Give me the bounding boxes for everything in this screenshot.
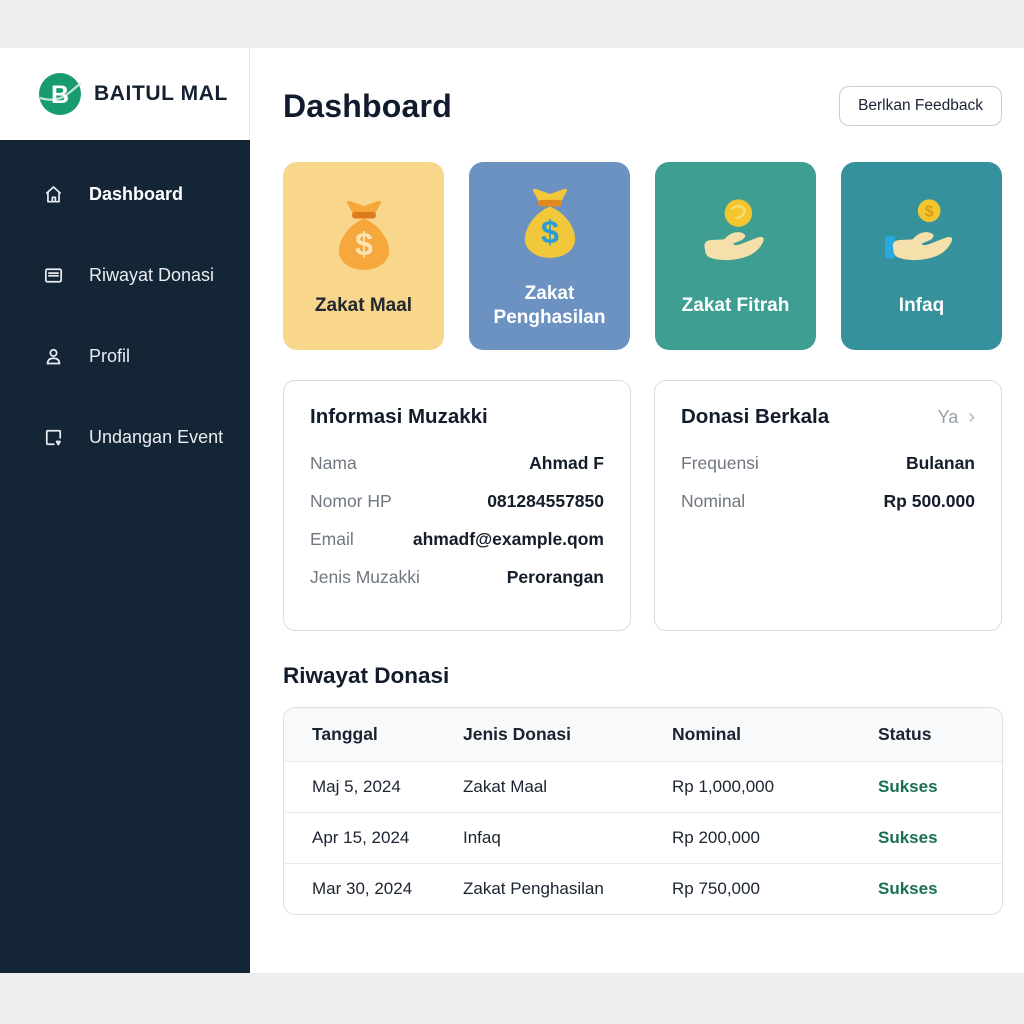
sidebar-item-label: Dashboard bbox=[89, 184, 183, 205]
muzakki-row-nama: Nama Ahmad F bbox=[310, 453, 604, 474]
quick-card-label: Infaq bbox=[899, 294, 944, 318]
info-cards: Informasi Muzakki Nama Ahmad F Nomor HP … bbox=[283, 380, 1002, 631]
hand-coin-icon: $ bbox=[879, 194, 965, 280]
sidebar-item-riwayat-donasi[interactable]: Riwayat Donasi bbox=[0, 257, 250, 293]
cell-amount: Rp 200,000 bbox=[672, 813, 878, 863]
cell-type: Infaq bbox=[463, 813, 672, 863]
quick-actions: $ Zakat Maal $ Zakat Penghasilan bbox=[283, 162, 1002, 350]
sidebar-nav: Dashboard Riwayat Donasi bbox=[0, 140, 250, 973]
cell-type: Zakat Penghasilan bbox=[463, 864, 672, 914]
recurring-state-link[interactable]: Ya › bbox=[938, 406, 975, 429]
column-header-jenis-donasi: Jenis Donasi bbox=[463, 708, 672, 761]
chevron-right-icon: › bbox=[968, 406, 975, 429]
table-row: Mar 30, 2024 Zakat Penghasilan Rp 750,00… bbox=[284, 863, 1002, 914]
table-row: Apr 15, 2024 Infaq Rp 200,000 Sukses bbox=[284, 812, 1002, 863]
user-icon bbox=[42, 345, 65, 368]
muzakki-row-email: Email ahmadf@example.qom bbox=[310, 529, 604, 550]
quick-card-label: Zakat Maal bbox=[315, 294, 412, 318]
cell-amount: Rp 750,000 bbox=[672, 864, 878, 914]
svg-text:B: B bbox=[51, 81, 69, 109]
status-badge: Sukses bbox=[878, 813, 1002, 863]
cell-date: Apr 15, 2024 bbox=[284, 813, 463, 863]
quick-card-label: Zakat Penghasilan bbox=[477, 282, 622, 330]
quick-card-zakat-penghasilan[interactable]: $ Zakat Penghasilan bbox=[469, 162, 630, 350]
home-icon bbox=[42, 183, 65, 206]
recurring-row-nominal: Nominal Rp 500.000 bbox=[681, 491, 975, 512]
muzakki-row-jenis: Jenis Muzakki Perorangan bbox=[310, 567, 604, 588]
cell-date: Maj 5, 2024 bbox=[284, 762, 463, 812]
page-title: Dashboard bbox=[283, 88, 452, 125]
muzakki-row-nomor-hp: Nomor HP 081284557850 bbox=[310, 491, 604, 512]
recurring-card-title: Donasi Berkala bbox=[681, 405, 829, 429]
table-header-row: Tanggal Jenis Donasi Nominal Status bbox=[284, 708, 1002, 762]
invite-icon bbox=[42, 426, 65, 449]
cell-amount: Rp 1,000,000 bbox=[672, 762, 878, 812]
main-content: Dashboard Berlkan Feedback $ Zakat Maal bbox=[250, 48, 1024, 973]
money-bag-icon: $ bbox=[321, 194, 407, 280]
list-card-icon bbox=[42, 264, 65, 287]
svg-text:$: $ bbox=[355, 226, 373, 262]
muzakki-info-card: Informasi Muzakki Nama Ahmad F Nomor HP … bbox=[283, 380, 631, 631]
cell-type: Zakat Maal bbox=[463, 762, 672, 812]
page-header: Dashboard Berlkan Feedback bbox=[283, 86, 1002, 126]
quick-card-label: Zakat Fitrah bbox=[682, 294, 790, 318]
hand-coin-icon bbox=[693, 194, 779, 280]
cell-date: Mar 30, 2024 bbox=[284, 864, 463, 914]
quick-card-zakat-fitrah[interactable]: Zakat Fitrah bbox=[655, 162, 816, 350]
donation-history-table: Tanggal Jenis Donasi Nominal Status Maj … bbox=[283, 707, 1003, 915]
column-header-tanggal: Tanggal bbox=[284, 708, 463, 761]
app-window: B BAITUL MAL Dashboard bbox=[0, 48, 1024, 973]
column-header-status: Status bbox=[878, 708, 1002, 761]
history-section-title: Riwayat Donasi bbox=[283, 663, 1002, 689]
sidebar-item-undangan-event[interactable]: Undangan Event bbox=[0, 419, 250, 455]
status-badge: Sukses bbox=[878, 762, 1002, 812]
svg-text:$: $ bbox=[924, 204, 933, 221]
column-header-nominal: Nominal bbox=[672, 708, 878, 761]
table-row: Maj 5, 2024 Zakat Maal Rp 1,000,000 Suks… bbox=[284, 762, 1002, 812]
quick-card-infaq[interactable]: $ Infaq bbox=[841, 162, 1002, 350]
recurring-donation-card: Donasi Berkala Ya › Frequensi Bulanan No… bbox=[654, 380, 1002, 631]
muzakki-card-title: Informasi Muzakki bbox=[310, 405, 488, 429]
money-bag-icon: $ bbox=[507, 182, 593, 268]
sidebar-item-label: Profil bbox=[89, 346, 130, 367]
sidebar-item-profil[interactable]: Profil bbox=[0, 338, 250, 374]
brand-logo-icon: B bbox=[37, 71, 83, 117]
status-badge: Sukses bbox=[878, 864, 1002, 914]
feedback-button[interactable]: Berlkan Feedback bbox=[839, 86, 1002, 126]
quick-card-zakat-maal[interactable]: $ Zakat Maal bbox=[283, 162, 444, 350]
recurring-row-frequensi: Frequensi Bulanan bbox=[681, 453, 975, 474]
sidebar-item-label: Riwayat Donasi bbox=[89, 265, 214, 286]
sidebar: B BAITUL MAL Dashboard bbox=[0, 48, 250, 973]
svg-text:$: $ bbox=[541, 214, 559, 250]
brand-name: BAITUL MAL bbox=[94, 82, 228, 106]
sidebar-item-dashboard[interactable]: Dashboard bbox=[0, 176, 250, 212]
sidebar-item-label: Undangan Event bbox=[89, 427, 223, 448]
brand-logo-area: B BAITUL MAL bbox=[0, 48, 250, 140]
recurring-state-value: Ya bbox=[938, 407, 959, 428]
